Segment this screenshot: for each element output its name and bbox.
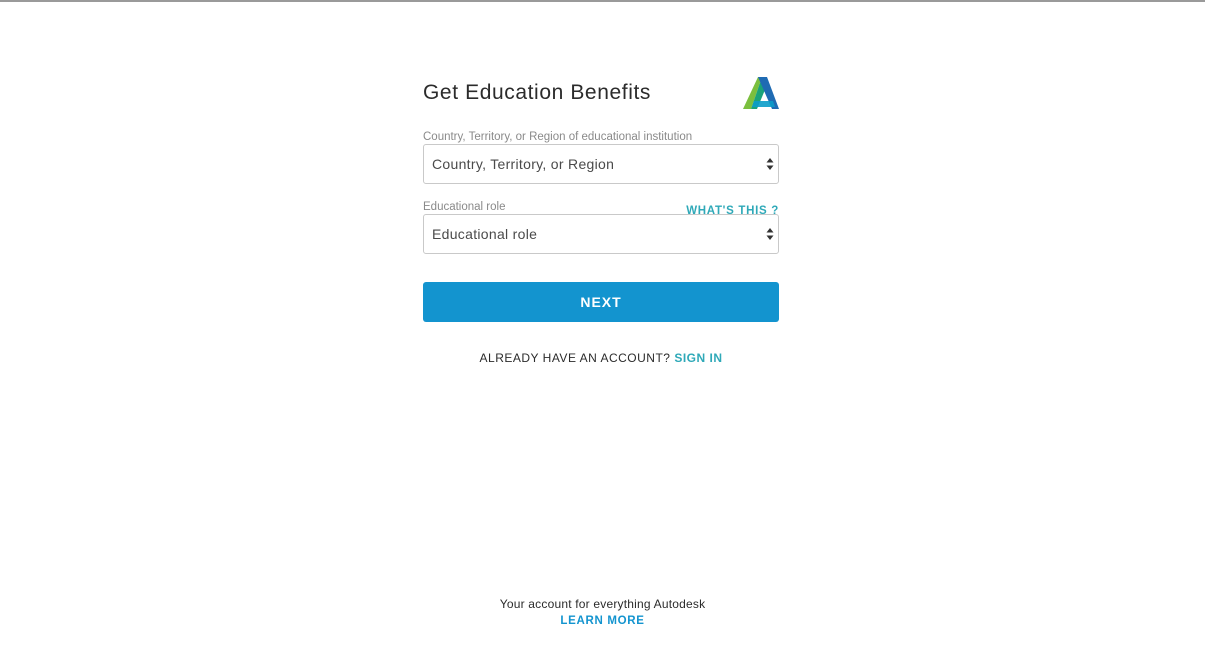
signin-row: ALREADY HAVE AN ACCOUNT? SIGN IN (423, 351, 779, 365)
select-arrows-icon (766, 228, 774, 240)
top-border (0, 0, 1205, 2)
footer: Your account for everything Autodesk LEA… (0, 597, 1205, 629)
role-label-row: Educational role WHAT'S THIS ? (423, 196, 779, 217)
form-header: Get Education Benefits (423, 74, 779, 114)
country-label-row: Country, Territory, or Region of educati… (423, 126, 779, 144)
signin-prompt: ALREADY HAVE AN ACCOUNT? (479, 351, 671, 365)
role-select[interactable]: Educational role (423, 214, 779, 254)
role-select-value: Educational role (432, 226, 538, 242)
signin-link[interactable]: SIGN IN (674, 351, 722, 365)
learn-more-link[interactable]: LEARN MORE (560, 615, 644, 627)
next-button[interactable]: NEXT (423, 282, 779, 322)
autodesk-logo-icon (743, 77, 779, 109)
education-form-card: Get Education Benefits Country, Territor… (423, 74, 779, 365)
footer-text: Your account for everything Autodesk (499, 597, 706, 611)
role-field-label: Educational role (423, 201, 506, 213)
country-select-value: Country, Territory, or Region (432, 156, 615, 172)
select-arrows-icon (766, 158, 774, 170)
country-select[interactable]: Country, Territory, or Region (423, 144, 779, 184)
page-title: Get Education Benefits (423, 81, 651, 104)
country-field-label: Country, Territory, or Region of educati… (423, 131, 693, 143)
